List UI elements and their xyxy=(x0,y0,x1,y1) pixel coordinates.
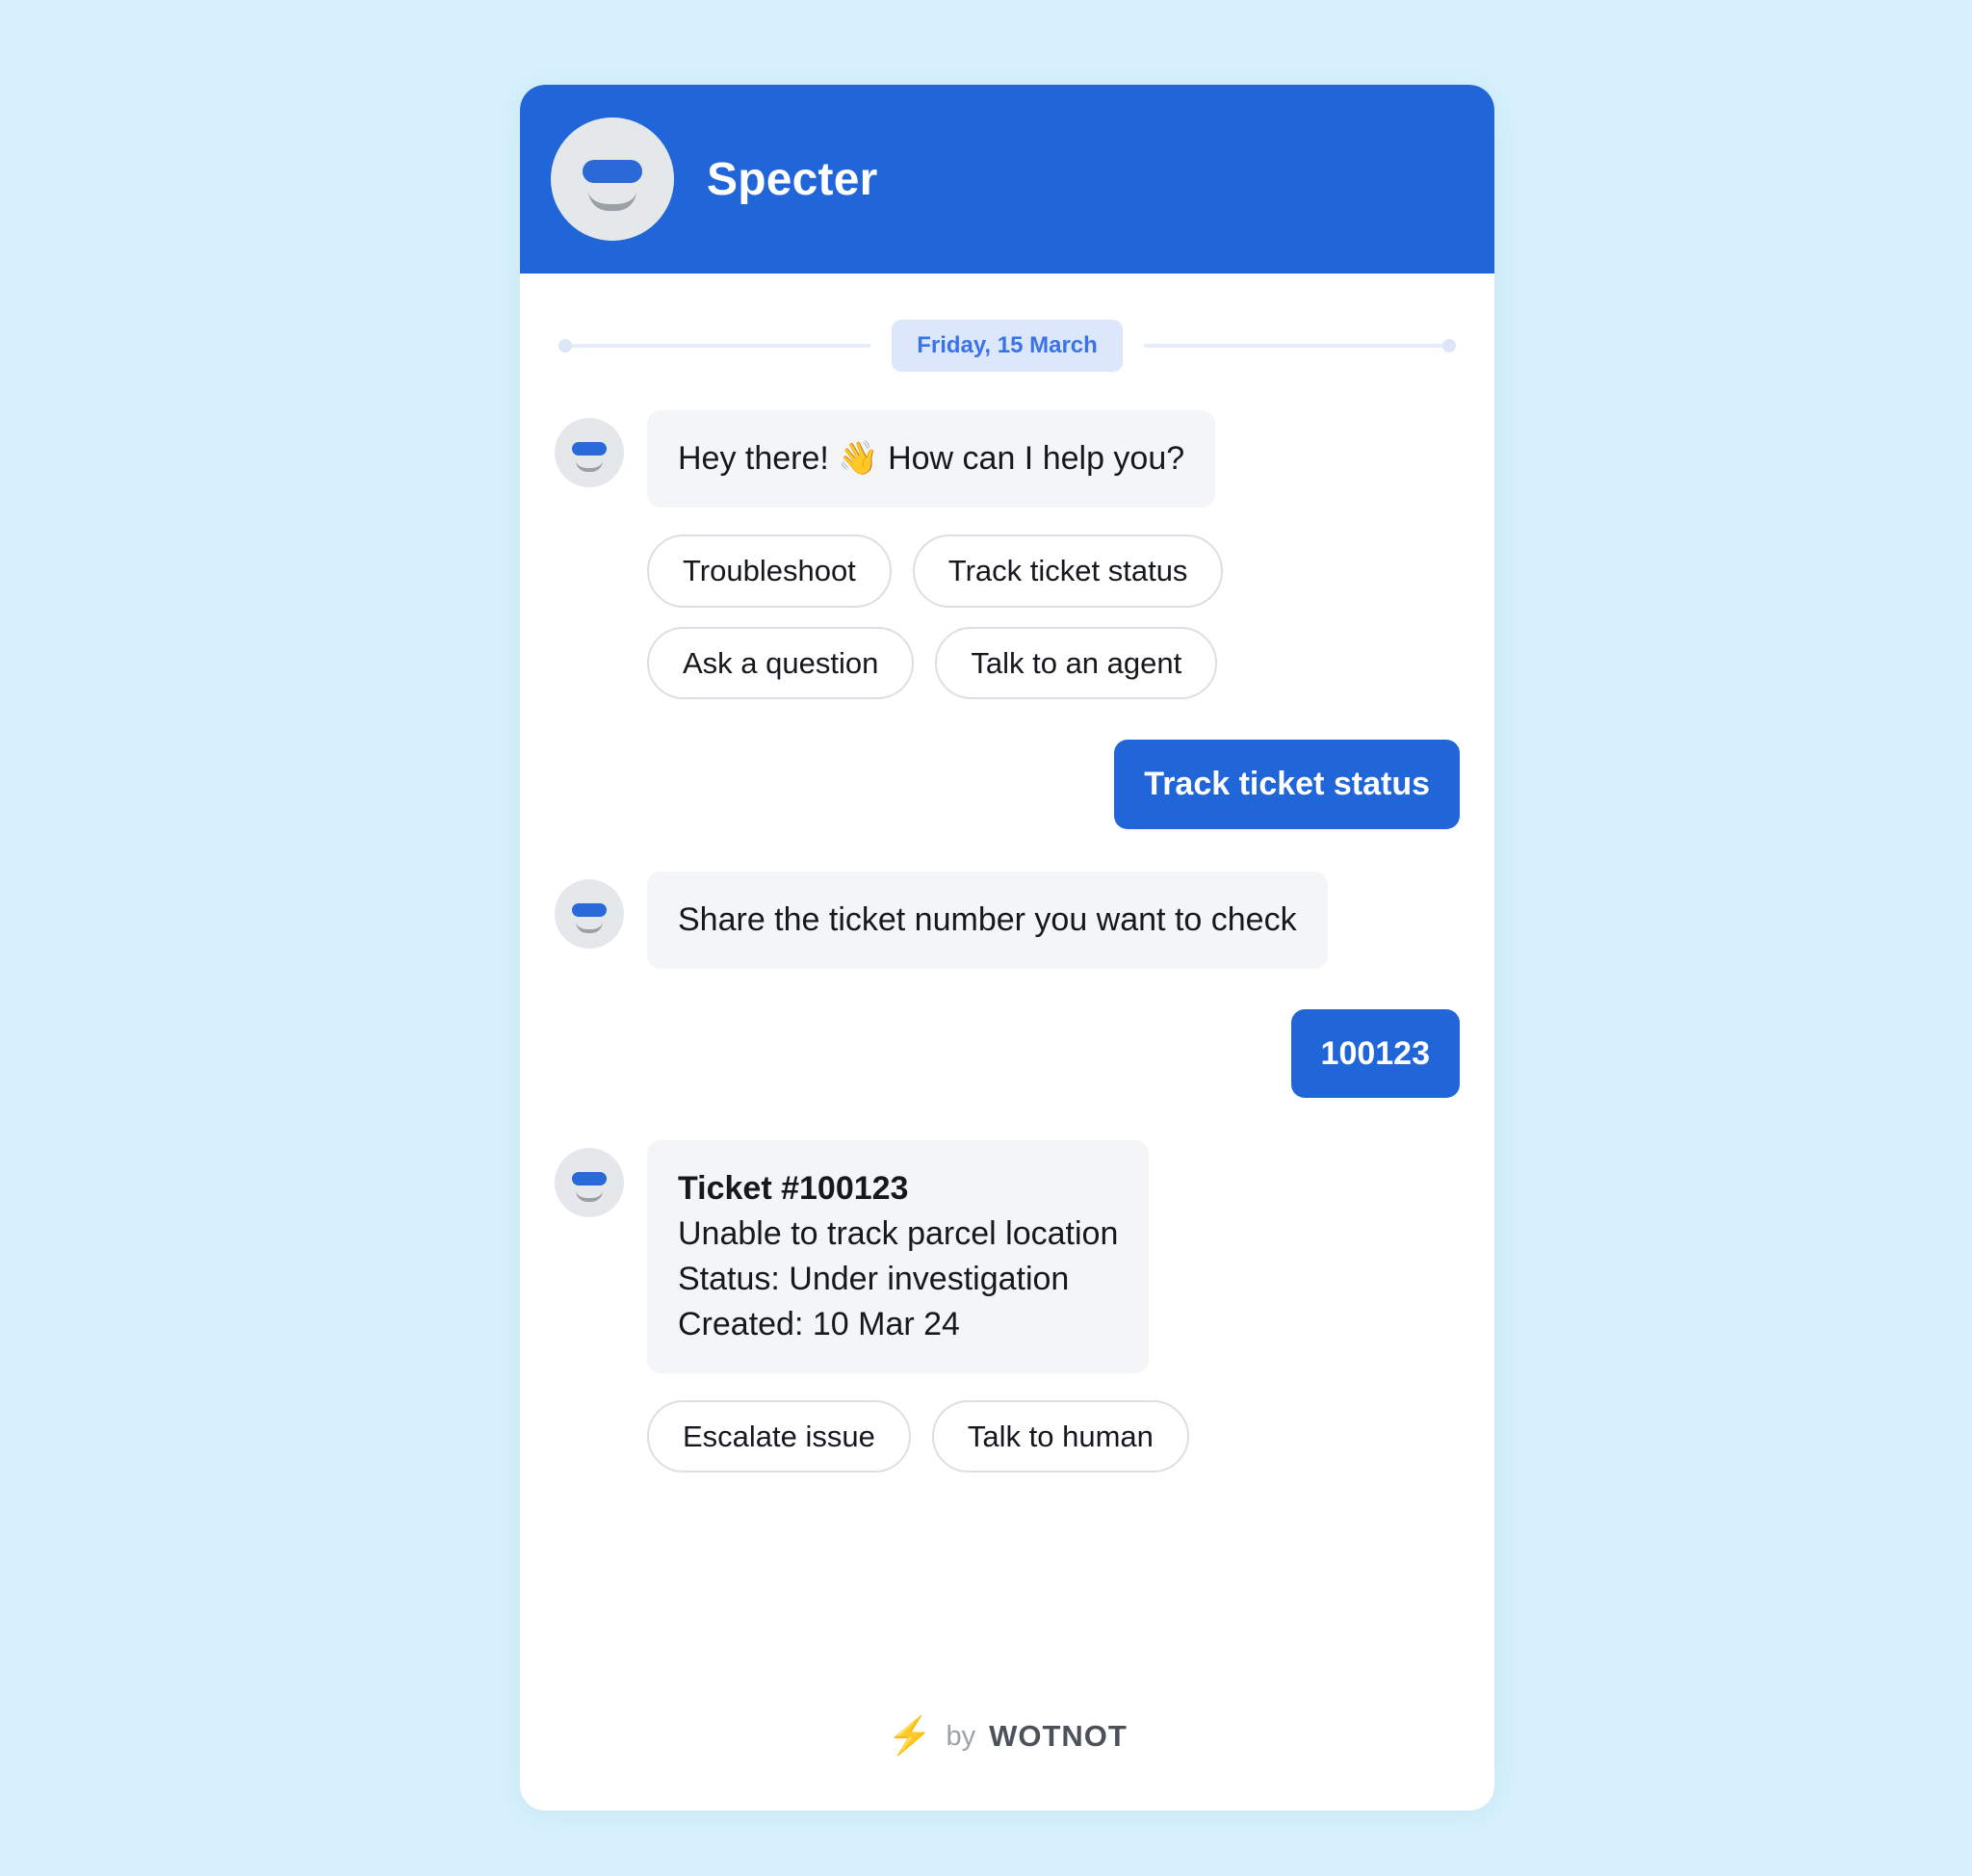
bot-name-title: Specter xyxy=(707,153,878,205)
avatar-smile-icon xyxy=(576,922,603,933)
avatar-visor-icon xyxy=(583,160,642,183)
message-row-user-ticket-number: 100123 xyxy=(555,1008,1460,1099)
message-row-bot-ask-ticket: Share the ticket number you want to chec… xyxy=(555,871,1460,969)
ticket-details-card: Ticket #100123 Unable to track parcel lo… xyxy=(647,1140,1150,1373)
ticket-status: Status: Under investigation xyxy=(678,1260,1070,1297)
avatar-smile-icon xyxy=(576,460,603,472)
avatar-smile-icon xyxy=(576,1190,603,1203)
lightning-bolt-icon: ⚡ xyxy=(887,1716,933,1757)
message-row-bot-greeting: Hey there! 👋 How can I help you? xyxy=(555,410,1460,508)
chat-header: Specter xyxy=(520,85,1494,274)
avatar-visor-icon xyxy=(572,1172,607,1186)
quick-reply-talk-to-an-agent[interactable]: Talk to an agent xyxy=(935,626,1218,700)
quick-reply-track-ticket-status[interactable]: Track ticket status xyxy=(912,534,1224,608)
user-message-bubble: 100123 xyxy=(1290,1008,1460,1099)
date-label: Friday, 15 March xyxy=(892,320,1123,372)
avatar-visor-icon xyxy=(572,442,607,456)
message-row-user-choice: Track ticket status xyxy=(555,740,1460,829)
bot-message-bubble: Hey there! 👋 How can I help you? xyxy=(647,410,1216,508)
avatar-visor-icon xyxy=(572,902,607,917)
conversation-body: Friday, 15 March Hey there! 👋 How can I … xyxy=(520,320,1494,1473)
user-message-bubble: Track ticket status xyxy=(1114,740,1460,829)
avatar-smile-icon xyxy=(588,191,636,211)
bot-avatar-icon xyxy=(555,418,624,487)
bot-avatar-icon xyxy=(551,117,674,241)
footer-by-label: by xyxy=(946,1720,976,1752)
ticket-title: Ticket #100123 xyxy=(678,1170,909,1208)
message-row-bot-ticket-card: Ticket #100123 Unable to track parcel lo… xyxy=(555,1140,1460,1373)
quick-reply-troubleshoot[interactable]: Troubleshoot xyxy=(647,534,892,608)
bot-avatar-icon xyxy=(555,1148,624,1218)
ticket-subject: Unable to track parcel location xyxy=(678,1215,1119,1252)
date-divider: Friday, 15 March xyxy=(555,320,1460,372)
divider-line-left xyxy=(558,339,871,352)
chat-widget: Specter Friday, 15 March Hey there! 👋 Ho… xyxy=(520,85,1494,1811)
ticket-created-date: Created: 10 Mar 24 xyxy=(678,1305,960,1342)
divider-line-right xyxy=(1143,339,1457,352)
footer-brand-name: WOTNOT xyxy=(989,1719,1128,1753)
bot-avatar-icon xyxy=(555,878,624,949)
quick-reply-group-greeting: Troubleshoot Track ticket status Ask a q… xyxy=(647,534,1321,700)
quick-reply-talk-to-human[interactable]: Talk to human xyxy=(931,1399,1189,1473)
quick-reply-escalate-issue[interactable]: Escalate issue xyxy=(647,1399,911,1473)
quick-reply-ask-a-question[interactable]: Ask a question xyxy=(647,626,915,700)
widget-footer: ⚡ by WOTNOT xyxy=(520,1718,1494,1755)
bot-message-bubble: Share the ticket number you want to chec… xyxy=(647,871,1328,969)
quick-reply-group-ticket: Escalate issue Talk to human xyxy=(647,1399,1321,1473)
